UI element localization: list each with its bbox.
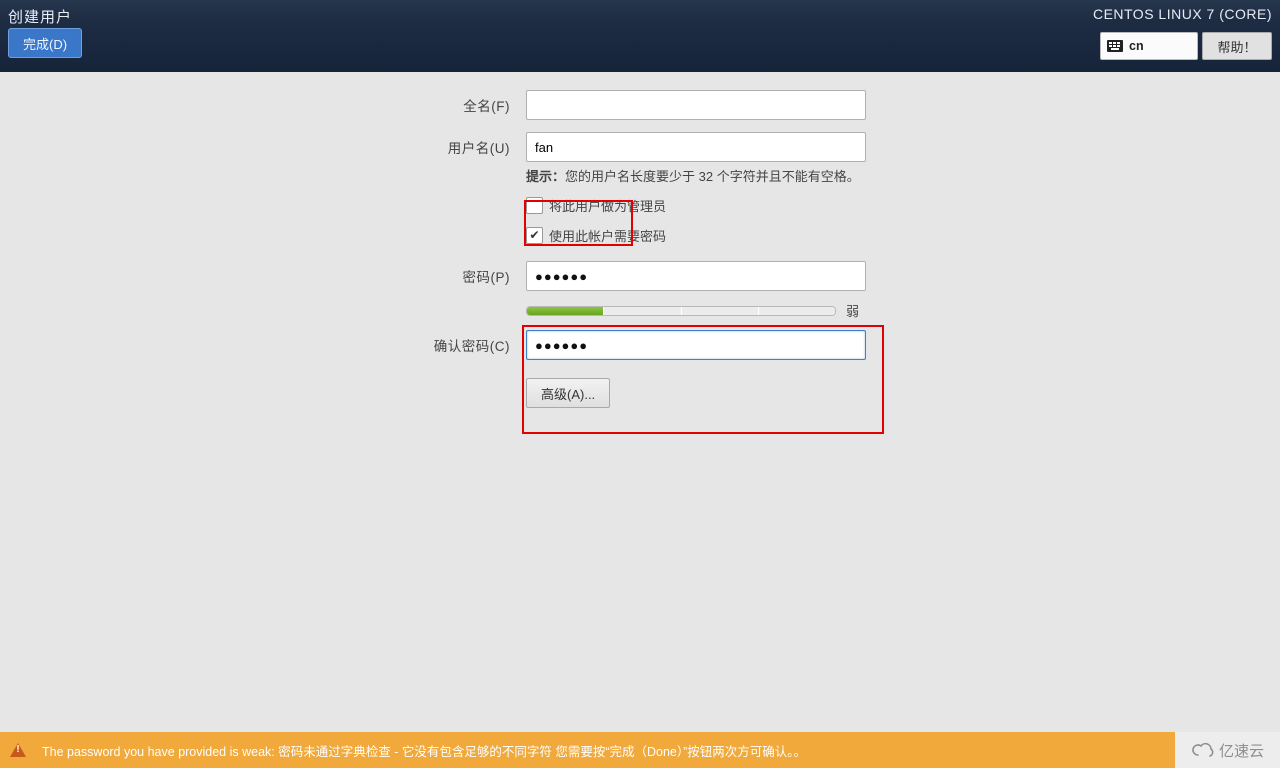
help-button[interactable]: 帮助！ <box>1202 32 1272 60</box>
keyboard-icon <box>1107 40 1123 52</box>
os-version-label: CENTOS LINUX 7 (CORE) <box>1093 6 1272 22</box>
keyboard-layout-value: cn <box>1129 39 1144 53</box>
create-user-form: 全名(F) 用户名(U) 提示：您的用户名长度要少于 32 个字符并且不能有空格… <box>0 90 1280 420</box>
require-password-checkbox[interactable] <box>526 227 543 244</box>
done-button[interactable]: 完成(D) <box>8 28 82 58</box>
warning-bar: The password you have provided is weak: … <box>0 732 1175 768</box>
page-title: 创建用户 <box>8 6 72 27</box>
keyboard-layout-selector[interactable]: cn <box>1100 32 1198 60</box>
require-password-label: 使用此帐户需要密码 <box>549 226 666 245</box>
footer: The password you have provided is weak: … <box>0 732 1280 768</box>
password-strength-meter: 弱 <box>526 301 866 320</box>
password-input[interactable] <box>526 261 866 291</box>
warning-text: The password you have provided is weak: … <box>42 741 806 760</box>
advanced-button[interactable]: 高级(A)... <box>526 378 610 408</box>
brand-watermark: 亿速云 <box>1175 732 1280 768</box>
warning-icon <box>10 743 26 757</box>
fullname-input[interactable] <box>526 90 866 120</box>
admin-checkbox[interactable] <box>526 197 543 214</box>
brand-text: 亿速云 <box>1219 740 1264 761</box>
confirm-password-input[interactable] <box>526 330 866 360</box>
admin-checkbox-label: 将此用户做为管理员 <box>549 196 666 215</box>
username-input[interactable] <box>526 132 866 162</box>
fullname-label: 全名(F) <box>0 95 526 115</box>
confirm-password-label: 确认密码(C) <box>0 335 526 355</box>
password-strength-label: 弱 <box>846 301 859 320</box>
username-label: 用户名(U) <box>0 137 526 157</box>
header: 创建用户 完成(D) CENTOS LINUX 7 (CORE) cn 帮助！ <box>0 0 1280 72</box>
password-label: 密码(P) <box>0 266 526 286</box>
username-hint: 提示：您的用户名长度要少于 32 个字符并且不能有空格。 <box>526 166 926 185</box>
content-area: 全名(F) 用户名(U) 提示：您的用户名长度要少于 32 个字符并且不能有空格… <box>0 72 1280 732</box>
cloud-icon <box>1191 742 1215 758</box>
